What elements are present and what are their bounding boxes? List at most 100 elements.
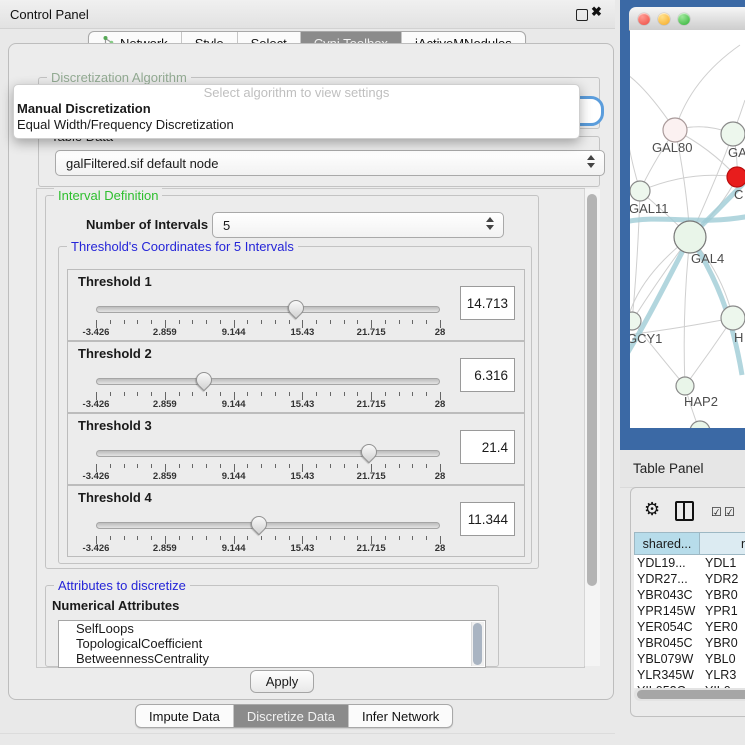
node-label: GAL4 bbox=[691, 251, 724, 266]
slider[interactable] bbox=[96, 516, 440, 534]
close-icon[interactable]: ✖ bbox=[591, 4, 602, 20]
table-data-select[interactable]: galFiltered.sif default node bbox=[55, 150, 605, 176]
tick-mark bbox=[206, 320, 207, 324]
tab-infer-network[interactable]: Infer Network bbox=[349, 705, 452, 727]
threshold-row: Threshold 4-3.4262.8599.14415.4321.71528… bbox=[67, 485, 525, 557]
table-row[interactable]: YBR045CYBR0 bbox=[634, 636, 745, 652]
table-row[interactable]: YBR043CYBR0 bbox=[634, 588, 745, 604]
cell-name: YER0 bbox=[700, 620, 745, 636]
column-header-name[interactable]: n bbox=[700, 532, 745, 555]
threshold-row: Threshold 2-3.4262.8599.14415.4321.71528… bbox=[67, 341, 525, 413]
network-node-gal4[interactable] bbox=[674, 221, 706, 253]
tick-mark bbox=[137, 320, 138, 324]
apply-button[interactable]: Apply bbox=[250, 670, 314, 693]
network-canvas[interactable]: GAL80GACGAL11GAL4GCY1HHAP2 bbox=[630, 30, 745, 428]
tick-mark bbox=[385, 320, 386, 324]
threshold-value-field[interactable]: 14.713 bbox=[460, 286, 515, 320]
tick-mark bbox=[412, 536, 413, 540]
tick-mark bbox=[275, 536, 276, 540]
table-row[interactable]: YDL19...YDL1 bbox=[634, 556, 745, 572]
table-row[interactable]: YLR345WYLR3 bbox=[634, 668, 745, 684]
tick-mark bbox=[344, 392, 345, 396]
float-window-icon[interactable] bbox=[576, 9, 588, 21]
close-traffic-light-icon[interactable] bbox=[638, 13, 650, 25]
tick-mark bbox=[357, 464, 358, 468]
network-edge bbox=[684, 237, 690, 386]
minimize-traffic-light-icon[interactable] bbox=[658, 13, 670, 25]
node-label: GA bbox=[728, 145, 745, 160]
slider-thumb[interactable] bbox=[357, 441, 380, 464]
tab-discretize-data[interactable]: Discretize Data bbox=[234, 705, 349, 727]
tick-label: 2.859 bbox=[153, 543, 177, 554]
zoom-traffic-light-icon[interactable] bbox=[678, 13, 690, 25]
slider-track[interactable] bbox=[96, 522, 440, 529]
tick-mark bbox=[344, 536, 345, 540]
table-horizontal-scrollbar[interactable] bbox=[634, 688, 745, 701]
tick-mark bbox=[289, 536, 290, 540]
split-columns-icon[interactable] bbox=[675, 501, 694, 521]
list-item[interactable]: BetweennessCentrality bbox=[59, 651, 485, 666]
network-node[interactable] bbox=[690, 421, 710, 428]
tab-label: Discretize Data bbox=[247, 709, 335, 724]
table-row[interactable]: YPR145WYPR1 bbox=[634, 604, 745, 620]
network-node-hap2[interactable] bbox=[676, 377, 694, 395]
tick-mark bbox=[357, 536, 358, 540]
tick-mark bbox=[110, 320, 111, 324]
slider[interactable] bbox=[96, 372, 440, 390]
checkbox-icon[interactable]: ☑ bbox=[711, 505, 722, 519]
popup-item[interactable]: Manual Discretization bbox=[14, 101, 579, 117]
settings-scrollbar-thumb[interactable] bbox=[587, 194, 597, 586]
checkbox-icon[interactable]: ☑ bbox=[724, 505, 735, 519]
slider-tick-labels: -3.4262.8599.14415.4321.71528 bbox=[96, 399, 440, 410]
settings-vertical-scrollbar[interactable] bbox=[584, 189, 600, 666]
list-item[interactable]: TopologicalCoefficient bbox=[59, 636, 485, 651]
table-row[interactable]: YER054CYER0 bbox=[634, 620, 745, 636]
table-row[interactable]: YDR27...YDR2 bbox=[634, 572, 745, 588]
tick-label: 9.144 bbox=[222, 543, 246, 554]
tick-mark bbox=[426, 320, 427, 324]
attributes-scrollbar[interactable] bbox=[471, 622, 484, 666]
threshold-label: Threshold 4 bbox=[78, 490, 152, 505]
network-node-gal80[interactable] bbox=[663, 118, 687, 142]
slider-thumb[interactable] bbox=[247, 513, 270, 536]
attributes-groupbox: Attributes to discretize Numerical Attri… bbox=[45, 585, 499, 667]
table-hscrollbar-thumb[interactable] bbox=[637, 690, 745, 699]
num-intervals-select[interactable]: 5 bbox=[212, 212, 504, 238]
network-node-gal11[interactable] bbox=[630, 181, 650, 201]
tick-mark bbox=[137, 464, 138, 468]
slider[interactable] bbox=[96, 444, 440, 462]
slider-thumb[interactable] bbox=[284, 297, 307, 320]
network-node-c[interactable] bbox=[727, 167, 745, 187]
tab-impute-data[interactable]: Impute Data bbox=[136, 705, 234, 727]
list-item[interactable]: SelfLoops bbox=[59, 621, 485, 636]
column-header-shared-name[interactable]: shared... bbox=[634, 532, 700, 555]
slider-thumb[interactable] bbox=[192, 369, 215, 392]
network-node-ga[interactable] bbox=[721, 122, 745, 146]
table-row[interactable]: YBL079WYBL0 bbox=[634, 652, 745, 668]
node-table[interactable]: shared...n YDL19...YDL1YDR27...YDR2YBR04… bbox=[634, 532, 745, 688]
slider-track[interactable] bbox=[96, 378, 440, 385]
network-node-h[interactable] bbox=[721, 306, 745, 330]
attributes-scrollbar-thumb[interactable] bbox=[473, 623, 482, 665]
tick-mark bbox=[110, 392, 111, 396]
slider[interactable] bbox=[96, 300, 440, 318]
popup-item[interactable]: Equal Width/Frequency Discretization bbox=[14, 117, 579, 133]
tick-mark bbox=[385, 392, 386, 396]
cell-shared-name: YBR045C bbox=[634, 636, 700, 652]
threshold-value-field[interactable]: 21.4 bbox=[460, 430, 515, 464]
tick-mark bbox=[110, 464, 111, 468]
tick-mark bbox=[399, 464, 400, 468]
tick-mark bbox=[124, 536, 125, 540]
threshold-row: Threshold 3-3.4262.8599.14415.4321.71528… bbox=[67, 413, 525, 485]
tick-label: 21.715 bbox=[357, 327, 386, 338]
apply-button-label: Apply bbox=[266, 674, 299, 689]
threshold-value-field[interactable]: 6.316 bbox=[460, 358, 515, 392]
tick-mark bbox=[124, 464, 125, 468]
slider-track[interactable] bbox=[96, 450, 440, 457]
threshold-value-field[interactable]: 11.344 bbox=[460, 502, 515, 536]
numerical-attributes-list[interactable]: SelfLoopsTopologicalCoefficientBetweenne… bbox=[58, 620, 486, 668]
gear-icon[interactable]: ⚙ bbox=[644, 500, 660, 518]
slider-track[interactable] bbox=[96, 306, 440, 313]
numerical-attributes-label: Numerical Attributes bbox=[52, 598, 179, 613]
popup-item[interactable]: Select algorithm to view settings bbox=[14, 85, 579, 101]
